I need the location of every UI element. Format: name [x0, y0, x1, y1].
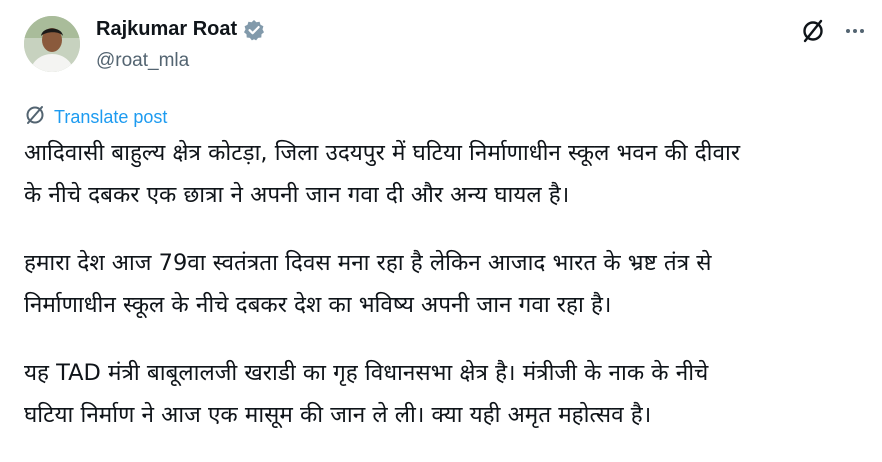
post-line: यह TAD मंत्री बाबूलालजी खराडी का गृह विध…: [24, 360, 709, 386]
translate-icon: [24, 104, 46, 131]
post-line: निर्माणाधीन स्कूल के नीचे दबकर देश का भव…: [24, 292, 612, 318]
grok-icon[interactable]: [798, 16, 828, 46]
post-line: घटिया निर्माण ने आज एक मासूम की जान ले ल…: [24, 402, 652, 428]
post-line: हमारा देश आज 79वा स्वतंत्रता दिवस मना रह…: [24, 250, 712, 276]
author-name[interactable]: Rajkumar Roat: [96, 18, 265, 41]
post-text: आदिवासी बाहुल्य क्षेत्र कोटड़ा, जिला उदय…: [24, 132, 864, 462]
author-name-text[interactable]: Rajkumar Roat: [96, 18, 237, 41]
author-handle[interactable]: @roat_mla: [96, 50, 189, 72]
post-paragraph-1: आदिवासी बाहुल्य क्षेत्र कोटड़ा, जिला उदय…: [24, 132, 864, 216]
avatar-photo: [24, 16, 80, 72]
translate-post-link[interactable]: Translate post: [24, 104, 167, 131]
translate-post-label[interactable]: Translate post: [54, 107, 167, 128]
post: Rajkumar Roat @roat_mla Translate post आ…: [0, 0, 882, 438]
post-actions: [798, 16, 870, 46]
avatar[interactable]: [24, 16, 80, 72]
verified-badge-icon: [243, 19, 265, 41]
post-paragraph-3: यह TAD मंत्री बाबूलालजी खराडी का गृह विध…: [24, 352, 864, 436]
post-line: के नीचे दबकर एक छात्रा ने अपनी जान गवा द…: [24, 182, 570, 208]
more-icon[interactable]: [840, 16, 870, 46]
post-paragraph-2: हमारा देश आज 79वा स्वतंत्रता दिवस मना रह…: [24, 242, 864, 326]
post-line: आदिवासी बाहुल्य क्षेत्र कोटड़ा, जिला उदय…: [24, 140, 741, 166]
